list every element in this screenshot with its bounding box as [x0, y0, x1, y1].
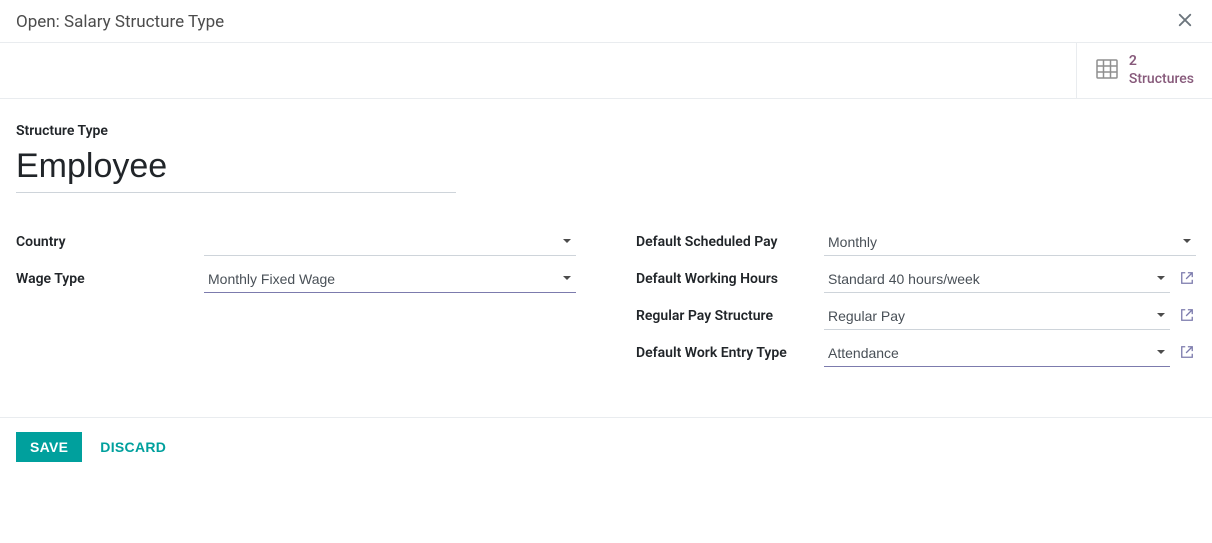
form-right-column: Default Scheduled Pay Default Working Ho… [636, 229, 1196, 377]
dialog-title: Open: Salary Structure Type [16, 12, 224, 32]
wage-type-select[interactable] [204, 266, 576, 293]
title-section: Structure Type [16, 123, 1196, 193]
work-entry-type-input[interactable] [824, 340, 1170, 366]
discard-button[interactable]: DISCARD [86, 432, 180, 462]
working-hours-select[interactable] [824, 266, 1170, 293]
working-hours-label: Default Working Hours [636, 266, 824, 287]
work-entry-type-label: Default Work Entry Type [636, 340, 824, 361]
dialog-footer: SAVE DISCARD [0, 417, 1212, 476]
dialog-header: Open: Salary Structure Type [0, 0, 1212, 43]
country-input[interactable] [204, 229, 576, 255]
external-link-icon [1180, 308, 1194, 322]
working-hours-input[interactable] [824, 266, 1170, 292]
form-grid: Country Wage Type [16, 229, 1196, 377]
work-entry-type-row: Default Work Entry Type [636, 340, 1196, 367]
form-left-column: Country Wage Type [16, 229, 576, 377]
stats-bar: 2 Structures [0, 43, 1212, 99]
country-row: Country [16, 229, 576, 256]
pay-structure-external-link[interactable] [1178, 306, 1196, 328]
scheduled-pay-select[interactable] [824, 229, 1196, 256]
country-select[interactable] [204, 229, 576, 256]
close-button[interactable] [1174, 10, 1196, 30]
working-hours-external-link[interactable] [1178, 269, 1196, 291]
wage-type-input[interactable] [204, 266, 576, 292]
form-body: Structure Type Country Wage Type [0, 99, 1212, 417]
pay-structure-row: Regular Pay Structure [636, 303, 1196, 330]
scheduled-pay-label: Default Scheduled Pay [636, 229, 824, 250]
external-link-icon [1180, 345, 1194, 359]
pay-structure-label: Regular Pay Structure [636, 303, 824, 324]
work-entry-type-external-link[interactable] [1178, 343, 1196, 365]
structures-stat-text: 2 Structures [1129, 53, 1194, 88]
scheduled-pay-row: Default Scheduled Pay [636, 229, 1196, 256]
structures-label: Structures [1129, 71, 1194, 89]
wage-type-row: Wage Type [16, 266, 576, 293]
wage-type-label: Wage Type [16, 266, 204, 287]
external-link-icon [1180, 271, 1194, 285]
scheduled-pay-input[interactable] [824, 229, 1196, 255]
structure-type-input[interactable] [16, 145, 456, 193]
structures-stat-button[interactable]: 2 Structures [1076, 43, 1212, 98]
structure-type-label: Structure Type [16, 123, 1196, 139]
close-icon [1178, 8, 1192, 32]
pay-structure-input[interactable] [824, 303, 1170, 329]
work-entry-type-select[interactable] [824, 340, 1170, 367]
structures-count: 2 [1129, 53, 1194, 71]
grid-icon [1095, 57, 1119, 85]
working-hours-row: Default Working Hours [636, 266, 1196, 293]
country-label: Country [16, 229, 204, 250]
pay-structure-select[interactable] [824, 303, 1170, 330]
save-button[interactable]: SAVE [16, 432, 82, 462]
